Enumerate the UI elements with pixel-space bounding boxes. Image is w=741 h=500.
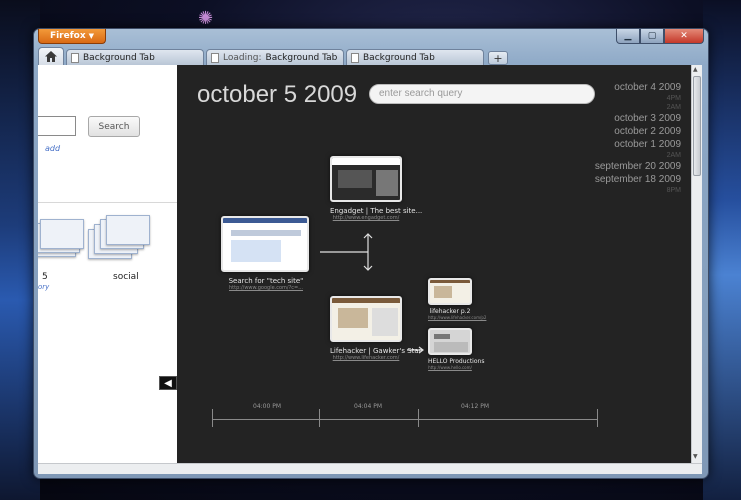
search-node[interactable]: Search for "tech site" http://www.google…: [221, 216, 311, 291]
node-url[interactable]: http://www.lifehacker.com/p2: [428, 315, 486, 320]
firefox-menu-label: Firefox: [49, 31, 86, 41]
tab-background-3[interactable]: Background Tab: [346, 49, 484, 65]
engadget-node[interactable]: Engadget | The best site... http://www.e…: [330, 156, 423, 221]
search-button[interactable]: Search: [88, 116, 140, 137]
page-content: Search add 5 ory social ◀ october 5 2009…: [38, 65, 702, 463]
search-thumbnail[interactable]: [221, 216, 309, 272]
home-icon: [45, 51, 57, 62]
node-title: lifehacker p.2: [429, 308, 471, 315]
maximize-button[interactable]: ▢: [640, 29, 664, 44]
tab-loading-label: Loading:: [223, 52, 262, 63]
group-label: 5: [42, 272, 48, 282]
node-url[interactable]: http://www.lifehacker.com/: [330, 355, 402, 361]
tab-label: Background Tab: [83, 52, 155, 63]
axis-tick: [212, 409, 213, 427]
search-input[interactable]: [38, 116, 76, 136]
page-icon: [351, 52, 359, 63]
chevron-down-icon: ▼: [88, 32, 95, 40]
home-tab[interactable]: [38, 47, 64, 65]
node-title: Engadget | The best site...: [330, 207, 423, 215]
horizontal-scrollbar[interactable]: [38, 463, 702, 474]
scroll-down-icon[interactable]: ▼: [693, 453, 698, 460]
lifehacker-thumbnail[interactable]: [330, 296, 402, 342]
lifehacker-p2-node[interactable]: lifehacker p.2 http://www.lifehacker.com…: [428, 278, 486, 320]
tab-background-1[interactable]: Background Tab: [66, 49, 204, 65]
new-tab-button[interactable]: +: [488, 51, 508, 65]
node-title: Lifehacker | Gawker's Star: [330, 347, 422, 355]
time-axis: [212, 419, 598, 420]
hello-node[interactable]: HELLO Productions http://www.hello.com/: [428, 328, 485, 370]
node-title: Search for "tech site": [228, 277, 304, 285]
axis-tick: [319, 409, 320, 427]
node-title: HELLO Productions: [428, 358, 485, 365]
timeline-panel: october 5 2009 enter search query octobe…: [177, 65, 691, 463]
page-icon: [71, 52, 79, 63]
divider: [38, 202, 177, 203]
browser-window: Firefox ▼ ▁ ▢ ✕ Background Tab Loading: …: [33, 28, 709, 479]
window-controls: ▁ ▢ ✕: [616, 29, 704, 44]
page-icon: [211, 52, 219, 63]
group-thumbnail-stack[interactable]: [38, 215, 84, 259]
node-url[interactable]: http://www.hello.com/: [428, 365, 472, 370]
lifehacker-node[interactable]: Lifehacker | Gawker's Star http://www.li…: [330, 296, 422, 361]
firefox-menu-button[interactable]: Firefox ▼: [38, 29, 106, 44]
social-group-label: social: [113, 272, 139, 282]
add-link[interactable]: add: [45, 144, 60, 153]
axis-time-label: 04:12 PM: [461, 403, 489, 410]
engadget-thumbnail[interactable]: [330, 156, 402, 202]
scroll-up-icon[interactable]: ▲: [693, 66, 698, 73]
axis-tick: [418, 409, 419, 427]
left-panel: Search add 5 ory social: [38, 65, 177, 463]
node-url[interactable]: http://www.google.com/?c=...: [221, 285, 311, 291]
vertical-scrollbar[interactable]: ▲ ▼: [691, 65, 702, 463]
firework-decoration: ✺: [198, 8, 214, 29]
scrollbar-thumb[interactable]: [693, 76, 701, 176]
close-button[interactable]: ✕: [664, 29, 704, 44]
hello-thumbnail[interactable]: [428, 328, 472, 355]
group-sublabel[interactable]: ory: [38, 283, 49, 291]
tab-label: Background Tab: [363, 52, 435, 63]
axis-time-label: 04:00 PM: [253, 403, 281, 410]
tab-bar: Background Tab Loading: Background Tab B…: [38, 46, 702, 65]
axis-time-label: 04:04 PM: [354, 403, 382, 410]
minimize-button[interactable]: ▁: [616, 29, 640, 44]
social-group-stack[interactable]: [88, 215, 150, 259]
axis-tick: [597, 409, 598, 427]
tab-background-2[interactable]: Loading: Background Tab: [206, 49, 344, 65]
tab-label: Background Tab: [265, 52, 338, 63]
collapse-arrow-icon[interactable]: ◀: [159, 376, 177, 390]
lifehacker-p2-thumbnail[interactable]: [428, 278, 472, 305]
node-url[interactable]: http://www.engadget.com/: [330, 215, 402, 221]
